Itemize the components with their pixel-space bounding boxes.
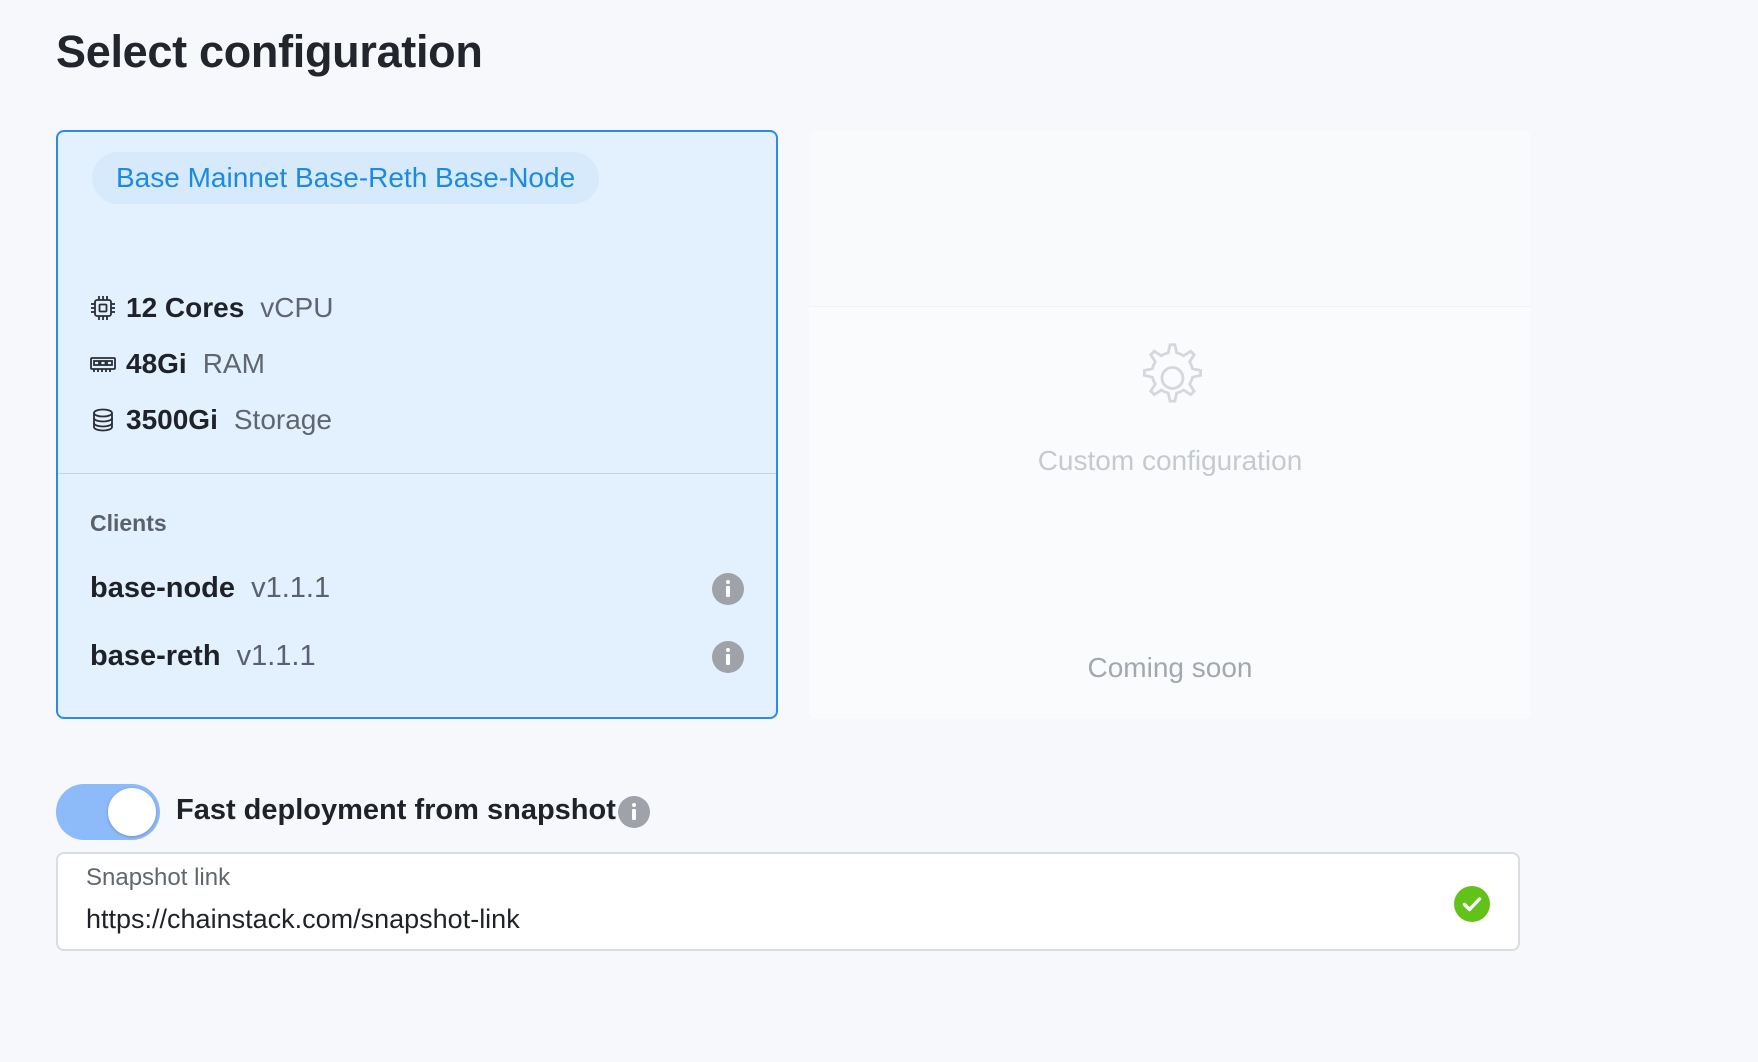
snapshot-toggle-label: Fast deployment from snapshot bbox=[176, 794, 616, 826]
card-divider bbox=[58, 473, 776, 474]
client-name: base-reth bbox=[90, 640, 221, 672]
clients-title: Clients bbox=[90, 510, 167, 536]
coming-soon-label: Coming soon bbox=[1087, 652, 1253, 683]
client-name: base-node bbox=[90, 572, 236, 604]
storage-unit: Storage bbox=[233, 404, 332, 435]
memory-icon bbox=[90, 351, 116, 377]
gear-icon bbox=[1142, 343, 1203, 403]
info-icon[interactable] bbox=[618, 796, 650, 828]
client-row: base-reth v1.1.1 bbox=[90, 640, 744, 673]
cpu-icon bbox=[90, 295, 116, 321]
client-version: v1.1.1 bbox=[236, 640, 316, 672]
spec-row-ram: 48Gi RAM bbox=[90, 348, 265, 380]
custom-config-label: Custom configuration bbox=[1037, 445, 1303, 476]
check-circle-icon bbox=[1454, 886, 1490, 922]
snapshot-link-input[interactable] bbox=[86, 904, 1386, 935]
info-icon[interactable] bbox=[712, 640, 744, 673]
spec-row-cpu: 12 Cores vCPU bbox=[90, 292, 333, 324]
client-version: v1.1.1 bbox=[251, 572, 331, 604]
config-name-chip: Base Mainnet Base-Reth Base-Node bbox=[92, 152, 600, 204]
database-icon bbox=[90, 407, 116, 433]
toggle-knob bbox=[108, 788, 156, 836]
cpu-unit: vCPU bbox=[260, 292, 334, 323]
storage-value: 3500Gi bbox=[126, 404, 218, 435]
page-title: Select configuration bbox=[56, 26, 483, 77]
info-icon[interactable] bbox=[712, 572, 744, 605]
ram-unit: RAM bbox=[202, 348, 265, 379]
config-card-custom: Custom configuration Coming soon bbox=[809, 130, 1531, 719]
client-row: base-node v1.1.1 bbox=[90, 572, 744, 605]
config-card-base-mainnet[interactable]: Base Mainnet Base-Reth Base-Node 12 Core… bbox=[56, 130, 778, 719]
cpu-value: 12 Cores bbox=[126, 292, 245, 323]
ram-value: 48Gi bbox=[126, 348, 187, 379]
snapshot-toggle[interactable] bbox=[56, 784, 160, 840]
snapshot-link-field[interactable]: Snapshot link bbox=[56, 852, 1520, 951]
spec-row-storage: 3500Gi Storage bbox=[90, 404, 332, 436]
custom-card-header bbox=[809, 130, 1531, 307]
snapshot-link-label: Snapshot link bbox=[86, 864, 231, 891]
